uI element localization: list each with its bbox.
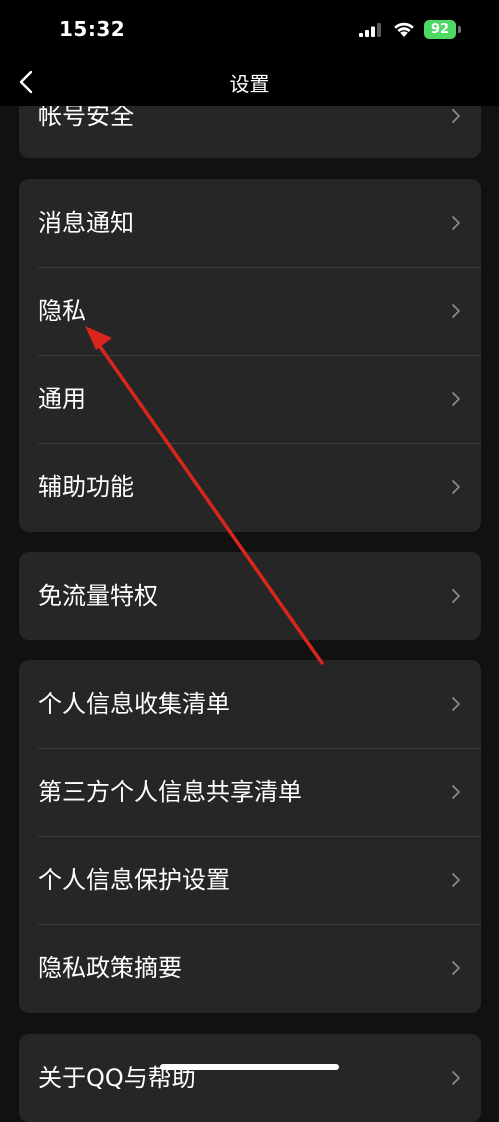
settings-item-label: 消息通知	[38, 209, 134, 237]
settings-item-label: 个人信息保护设置	[38, 866, 230, 894]
chevron-right-icon	[452, 392, 460, 406]
settings-item-label: 免流量特权	[38, 582, 158, 610]
home-indicator[interactable]	[160, 1064, 339, 1070]
settings-item-info-collection-list[interactable]: 个人信息收集清单	[19, 660, 481, 748]
settings-item-accessibility[interactable]: 辅助功能	[19, 443, 481, 531]
chevron-right-icon	[452, 216, 460, 230]
settings-group-about: 关于QQ与帮助	[19, 1034, 481, 1122]
navigation-bar: 设置	[0, 60, 499, 106]
page-title: 设置	[229, 72, 270, 96]
chevron-right-icon	[452, 1071, 460, 1085]
settings-item-privacy-policy-summary[interactable]: 隐私政策摘要	[19, 924, 481, 1012]
status-time: 15:32	[59, 17, 126, 41]
settings-group-general: 消息通知 隐私 通用 辅助功能	[19, 179, 481, 532]
settings-item-label: 隐私政策摘要	[38, 954, 182, 982]
settings-item-notifications[interactable]: 消息通知	[19, 179, 481, 267]
settings-item-third-party-sharing-list[interactable]: 第三方个人信息共享清单	[19, 748, 481, 836]
settings-group-personal-info: 个人信息收集清单 第三方个人信息共享清单 个人信息保护设置 隐私政策摘要	[19, 660, 481, 1013]
settings-item-label: 隐私	[38, 297, 86, 325]
settings-item-info-protection[interactable]: 个人信息保护设置	[19, 836, 481, 924]
settings-item-general[interactable]: 通用	[19, 355, 481, 443]
settings-item-label: 第三方个人信息共享清单	[38, 778, 302, 806]
settings-item-privacy[interactable]: 隐私	[19, 267, 481, 355]
cellular-signal-icon	[359, 23, 381, 37]
chevron-right-icon	[452, 697, 460, 711]
settings-item-label: 辅助功能	[38, 473, 134, 501]
battery-level: 92	[430, 22, 450, 37]
settings-content: 帐号安全 消息通知 隐私 通用 辅助功能 免流量特权 个人信息收集清单 第三方个…	[0, 0, 499, 1122]
settings-item-free-data[interactable]: 免流量特权	[19, 552, 481, 640]
chevron-right-icon	[452, 785, 460, 799]
settings-item-label: 关于QQ与帮助	[38, 1064, 196, 1092]
chevron-right-icon	[452, 873, 460, 887]
settings-item-label: 个人信息收集清单	[38, 690, 230, 718]
chevron-right-icon	[452, 961, 460, 975]
wifi-icon	[394, 22, 414, 37]
chevron-right-icon	[452, 480, 460, 494]
battery-icon: 92	[424, 20, 462, 40]
chevron-right-icon	[452, 304, 460, 318]
settings-group-data-plan: 免流量特权	[19, 552, 481, 640]
settings-item-about-qq[interactable]: 关于QQ与帮助	[19, 1034, 481, 1122]
chevron-right-icon	[452, 109, 460, 123]
status-bar: 15:32 92	[0, 0, 499, 60]
settings-item-label: 通用	[38, 385, 86, 413]
chevron-right-icon	[452, 589, 460, 603]
battery-cap	[458, 26, 461, 33]
